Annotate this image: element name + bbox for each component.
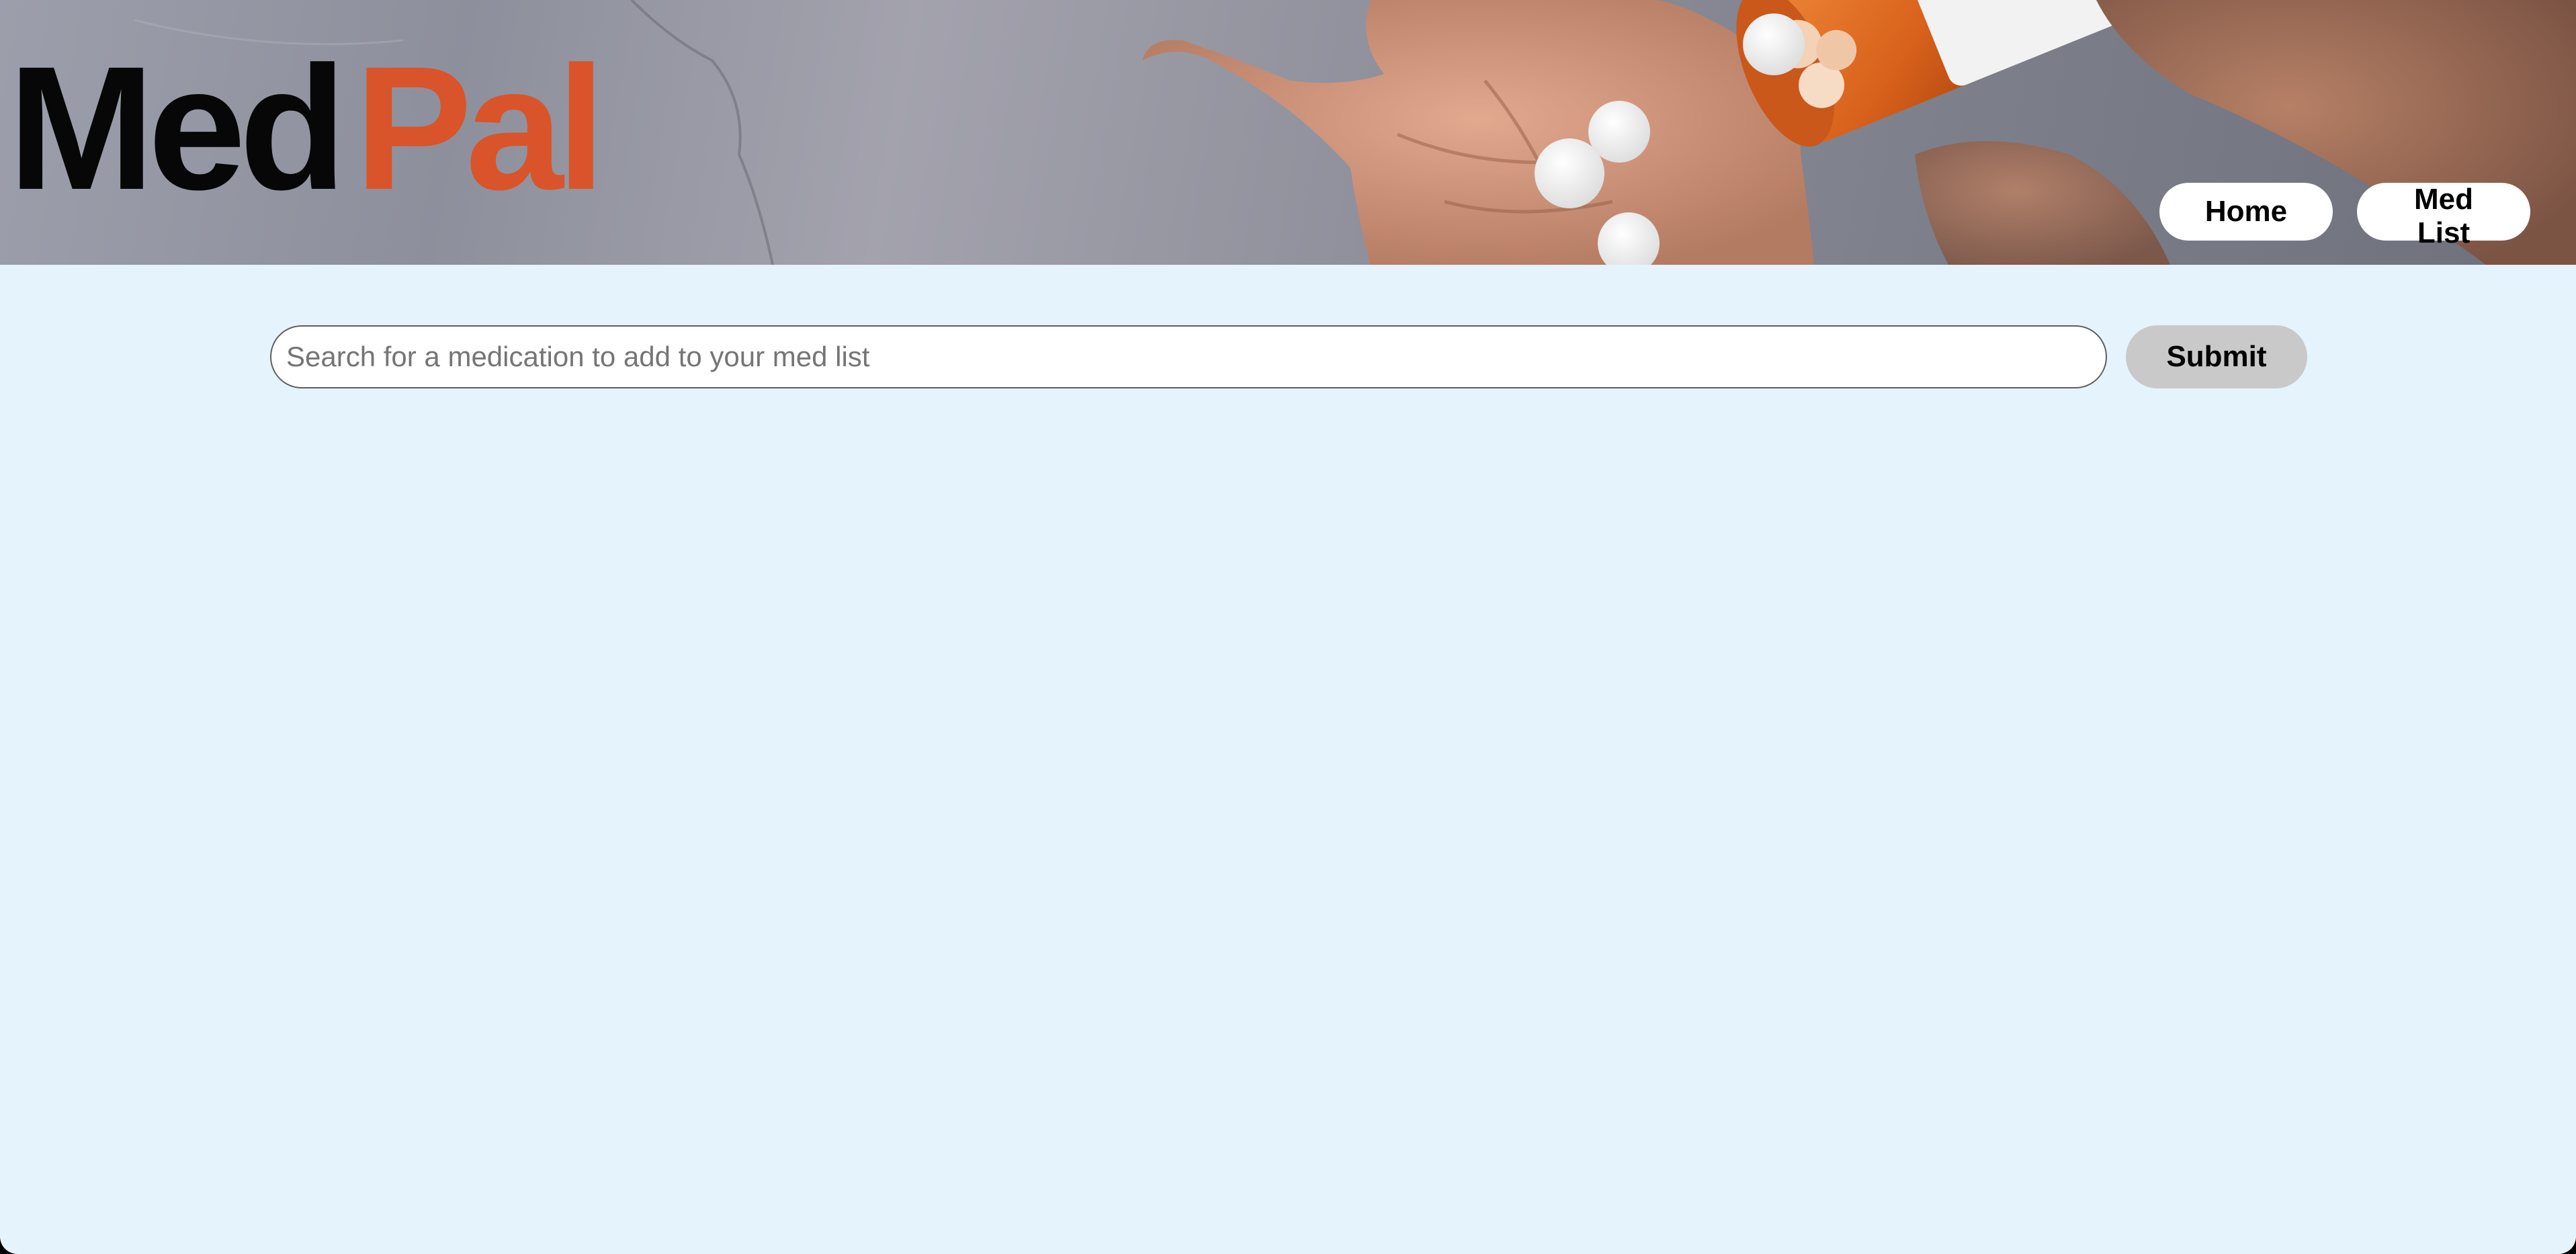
medication-search-form: Submit (270, 325, 2307, 388)
main-nav: Home Med List (2159, 183, 2530, 249)
page: MedPal Home Med List Submit (0, 0, 2576, 1254)
home-button[interactable]: Home (2159, 183, 2333, 241)
hero-header: MedPal Home Med List (0, 0, 2576, 265)
medication-search-input[interactable] (270, 325, 2107, 388)
logo-pal-text: Pal (355, 30, 605, 226)
logo[interactable]: MedPal (8, 40, 605, 216)
submit-button[interactable]: Submit (2126, 325, 2307, 388)
med-list-button[interactable]: Med List (2357, 183, 2530, 249)
logo-med-text: Med (8, 30, 347, 226)
